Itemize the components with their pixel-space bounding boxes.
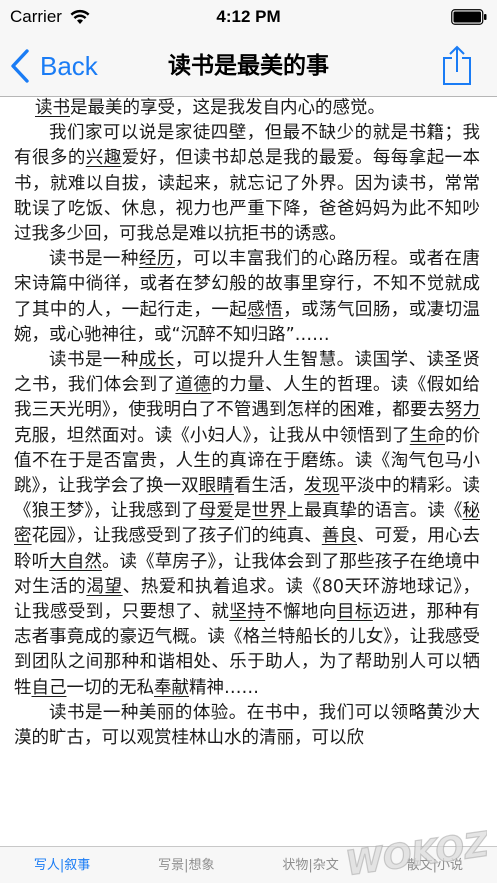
paragraph-text: 不懈地向	[265, 602, 337, 623]
keyword-link[interactable]: 善良	[322, 526, 357, 546]
paragraph-text: 读书是一种	[49, 249, 139, 270]
article-body: 读书是最美的享受，这是我发自内心的感觉。 我们家可以说是家徒四壁，但最不缺少的就是…	[14, 96, 480, 846]
tab-2[interactable]: 写景|想象	[124, 847, 248, 883]
keyword-link[interactable]: 读书	[35, 98, 70, 118]
back-label: Back	[40, 50, 98, 81]
keyword-link[interactable]: 渴望	[86, 577, 122, 597]
article-paragraph: 读书是最美的享受，这是我发自内心的感觉。	[14, 96, 480, 121]
keyword-link[interactable]: 兴趣	[86, 148, 122, 168]
paragraph-text: 一切的无私	[66, 677, 155, 698]
keyword-link[interactable]: 母爱	[199, 501, 234, 521]
keyword-link[interactable]: 经历	[139, 249, 175, 269]
paragraph-text: 看生活，	[233, 476, 305, 497]
status-time: 4:12 PM	[216, 7, 281, 26]
keyword-link[interactable]: 感悟	[247, 300, 283, 320]
navigation-bar: Back 读书是最美的事	[0, 34, 497, 97]
article-paragraph: 读书是一种美丽的体验。在书中，我们可以领略黄沙大漠的旷古，可以观赏桂林山水的清丽…	[14, 701, 480, 751]
paragraph-text: 读书是一种美丽的体验。在书中，我们可以领略黄沙大漠的旷古，可以观赏桂林山水的清丽…	[14, 702, 480, 749]
back-button[interactable]: Back	[10, 46, 98, 86]
keyword-link[interactable]: 努力	[445, 400, 480, 420]
paragraph-text: 是	[233, 501, 252, 522]
keyword-link[interactable]: 眼睛	[199, 476, 234, 496]
keyword-link[interactable]: 成长	[139, 350, 175, 370]
paragraph-text: 读书是一种	[49, 350, 139, 371]
screen: Carrier 4:12 PM Back 读书是最美的事 读书是最美的享受，这是…	[0, 0, 497, 883]
keyword-link[interactable]: 发现	[304, 476, 339, 496]
status-bar: Carrier 4:12 PM	[0, 0, 497, 34]
tab-1[interactable]: 写人|叙事	[0, 847, 124, 883]
chevron-left-icon	[11, 49, 29, 83]
article-paragraph: 读书是一种成长，可以提升人生智慧。读国学、读圣贤之书，我们体会到了道德的力量、人…	[14, 348, 480, 701]
page-title: 读书是最美的事	[168, 53, 329, 79]
article-paragraph: 我们家可以说是家徒四壁，但最不缺少的就是书籍；我有很多的兴趣爱好，但读书却总是我…	[14, 121, 480, 247]
paragraph-text: 克服，坦然面对。读《小妇人》，让我从中领悟到了	[14, 425, 410, 446]
keyword-link[interactable]: 世界	[251, 501, 286, 521]
keyword-link[interactable]: 自己	[32, 678, 67, 698]
paragraph-text: 花园》，让我感受到了孩子们的纯真、	[31, 526, 322, 547]
keyword-link[interactable]: 目标	[337, 602, 373, 622]
keyword-link[interactable]: 道德	[175, 375, 211, 395]
share-icon[interactable]	[441, 44, 473, 86]
battery-icon	[451, 9, 487, 25]
paragraph-text: 精神……	[189, 677, 259, 698]
keyword-link[interactable]: 坚持	[229, 602, 265, 622]
svg-text:WOKOZ: WOKOZ	[343, 826, 487, 880]
keyword-link[interactable]: 大自然	[49, 552, 102, 572]
keyword-link[interactable]: 奉献	[154, 678, 189, 698]
paragraph-text: 是最美的享受，这是我发自内心的感觉。	[70, 98, 385, 118]
watermark-logo: WOKOZ	[343, 826, 487, 880]
paragraph-text: 上最真挚的语言。读《	[286, 501, 463, 522]
keyword-link[interactable]: 生命	[410, 426, 445, 446]
article-paragraph: 读书是一种经历，可以丰富我们的心路历程。或者在唐宋诗篇中徜徉，或者在梦幻般的故事…	[14, 247, 480, 348]
